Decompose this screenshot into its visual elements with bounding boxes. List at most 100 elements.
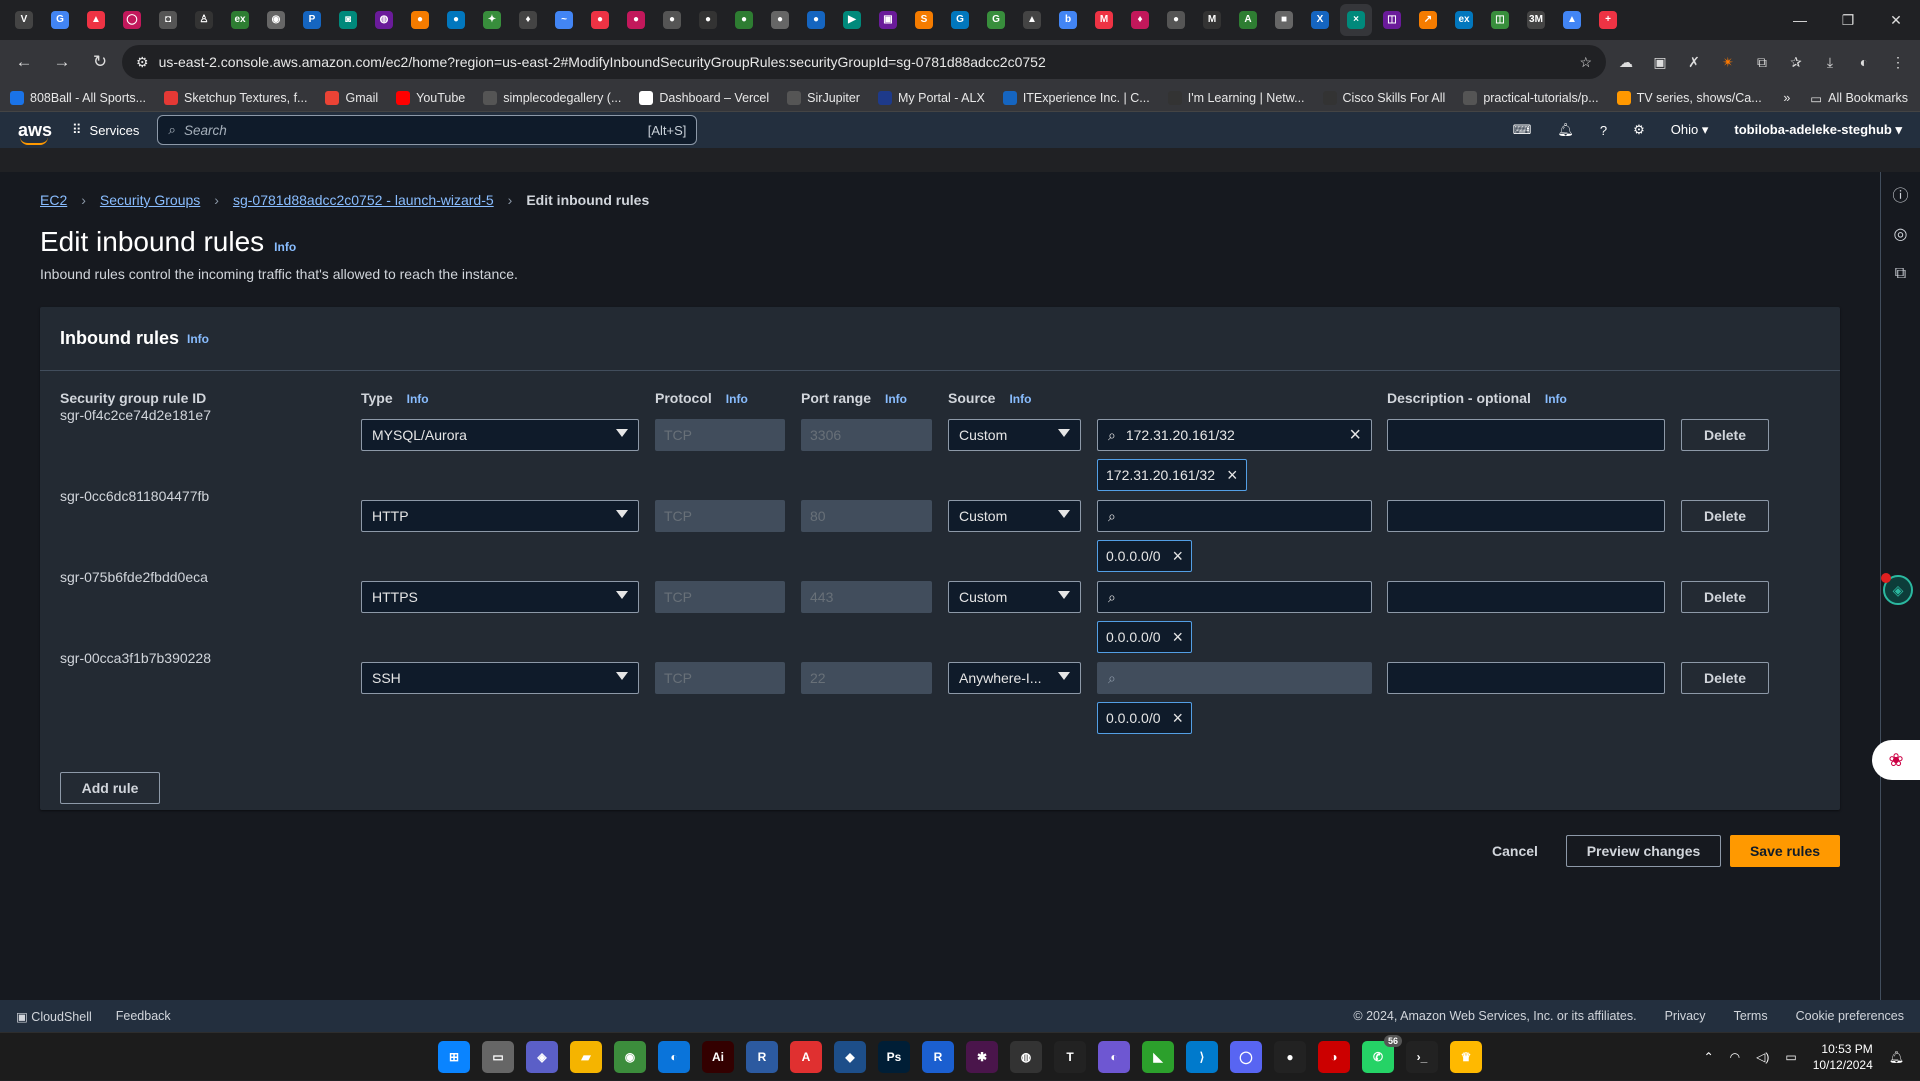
browser-tab[interactable]: S <box>908 4 940 36</box>
browser-tab[interactable]: ▶ <box>836 4 868 36</box>
taskbar-app-icon[interactable]: R <box>922 1041 954 1073</box>
browser-tab[interactable]: ◍ <box>368 4 400 36</box>
taskbar-app-icon[interactable]: ◉ <box>614 1041 646 1073</box>
reading-list-icon[interactable]: ✰ <box>1782 48 1810 76</box>
protocol-info-link[interactable]: Info <box>726 392 748 406</box>
browser-tab[interactable]: ♦ <box>1124 4 1156 36</box>
source-cidr-input[interactable]: ⌕ <box>1097 581 1372 613</box>
panel-info-link[interactable]: Info <box>187 332 209 346</box>
taskbar-app-icon[interactable]: ✆ 56 <box>1362 1035 1402 1073</box>
forward-icon[interactable]: → <box>46 46 78 78</box>
omnibox[interactable]: ⚙ us-east-2.console.aws.amazon.com/ec2/h… <box>122 45 1606 79</box>
notifications-bell-icon[interactable]: 🔔︎ <box>1557 122 1574 138</box>
browser-tab[interactable]: ● <box>764 4 796 36</box>
tray-chevron-icon[interactable]: ⌃ <box>1704 1050 1714 1064</box>
browser-tab[interactable]: ◯ <box>116 4 148 36</box>
browser-tab[interactable]: ● <box>440 4 472 36</box>
feedback-link[interactable]: Feedback <box>116 1009 171 1023</box>
account-menu[interactable]: tobiloba-adeleke-steghub ▾ <box>1734 122 1902 138</box>
taskbar-app-icon[interactable]: ⊞ <box>438 1041 470 1073</box>
taskbar-app-icon[interactable]: ◐ <box>1098 1041 1130 1073</box>
feedback-screen-icon[interactable]: ⧉ <box>1881 254 1920 294</box>
brain-extension-icon[interactable]: ❀ <box>1872 740 1920 780</box>
taskbar-app-icon[interactable]: ● <box>1274 1041 1306 1073</box>
volume-icon[interactable]: ◁) <box>1756 1050 1769 1064</box>
settings-gear-icon[interactable]: ⚙ <box>1633 122 1645 138</box>
browser-tab[interactable]: ♙ <box>188 4 220 36</box>
browser-tab[interactable]: ▲ <box>1016 4 1048 36</box>
extension-alx-icon[interactable]: ▣ <box>1646 48 1674 76</box>
browser-tab[interactable]: ● <box>656 4 688 36</box>
taskbar-app-icon[interactable]: Ps <box>878 1041 910 1073</box>
browser-tab[interactable]: ● <box>800 4 832 36</box>
bookmark-star-icon[interactable]: ☆ <box>1579 54 1592 71</box>
cancel-button[interactable]: Cancel <box>1480 835 1550 867</box>
port-info-link[interactable]: Info <box>885 392 907 406</box>
browser-tab[interactable]: ◫ <box>1376 4 1408 36</box>
tutorial-icon[interactable]: ◎ <box>1881 214 1920 254</box>
aws-logo[interactable]: aws <box>18 120 54 145</box>
save-rules-button[interactable]: Save rules <box>1730 835 1840 867</box>
profile-avatar[interactable]: ◐ <box>1850 48 1878 76</box>
source-info-link[interactable]: Info <box>1009 392 1031 406</box>
restore-icon[interactable]: ❐ <box>1824 0 1872 40</box>
menu-kebab-icon[interactable]: ⋮ <box>1884 48 1912 76</box>
bookmark-item[interactable]: simplecodegallery (... <box>483 90 621 105</box>
info-panel-icon[interactable]: ⓘ <box>1881 174 1920 214</box>
taskbar-app-icon[interactable]: ⟩ <box>1186 1041 1218 1073</box>
browser-tab[interactable]: ▣ <box>872 4 904 36</box>
assistant-floating-icon[interactable]: ◈ <box>1881 573 1913 605</box>
browser-tab[interactable]: G <box>44 4 76 36</box>
privacy-link[interactable]: Privacy <box>1665 1009 1706 1023</box>
browser-tab[interactable]: V <box>8 4 40 36</box>
remove-token-icon[interactable]: × <box>1173 547 1184 565</box>
bookmark-item[interactable]: YouTube <box>396 90 465 105</box>
browser-tab[interactable]: ● <box>584 4 616 36</box>
taskbar-app-icon[interactable]: ›_ <box>1406 1041 1438 1073</box>
source-cidr-input[interactable]: ⌕ 172.31.20.161/32 × <box>1097 419 1372 451</box>
taskbar-app-icon[interactable]: ✱ <box>966 1041 998 1073</box>
description-input[interactable] <box>1387 500 1665 532</box>
delete-rule-button[interactable]: Delete <box>1681 662 1769 694</box>
bookmark-item[interactable]: Sketchup Textures, f... <box>164 90 307 105</box>
source-select[interactable]: Custom <box>948 419 1081 451</box>
description-input[interactable] <box>1387 581 1665 613</box>
breadcrumb-security-groups[interactable]: Security Groups <box>100 192 200 208</box>
type-select[interactable]: MYSQL/Aurora <box>361 419 639 451</box>
browser-tab[interactable]: 3M <box>1520 4 1552 36</box>
services-menu[interactable]: ⠿ Services <box>72 122 139 138</box>
browser-tab[interactable]: ♦ <box>512 4 544 36</box>
description-input[interactable] <box>1387 419 1665 451</box>
extension-x-icon[interactable]: ✗ <box>1680 48 1708 76</box>
browser-tab[interactable]: ◫ <box>1484 4 1516 36</box>
help-icon[interactable]: ? <box>1600 123 1607 138</box>
close-window-icon[interactable]: ✕ <box>1872 0 1920 40</box>
taskbar-app-icon[interactable]: ◍ <box>1010 1041 1042 1073</box>
browser-tab[interactable]: M <box>1088 4 1120 36</box>
add-rule-button[interactable]: Add rule <box>60 772 160 804</box>
taskbar-app-icon[interactable]: ◐ <box>658 1041 690 1073</box>
breadcrumb-ec2[interactable]: EC2 <box>40 192 67 208</box>
reload-icon[interactable]: ↻ <box>84 46 116 78</box>
browser-tab[interactable]: A <box>1232 4 1264 36</box>
browser-tab[interactable]: ◙ <box>332 4 364 36</box>
taskbar-app-icon[interactable]: ▭ <box>482 1041 514 1073</box>
bookmark-item[interactable]: My Portal - ALX <box>877 90 985 105</box>
remove-token-icon[interactable]: × <box>1173 628 1184 646</box>
browser-tab[interactable]: ✦ <box>476 4 508 36</box>
type-select[interactable]: HTTP <box>361 500 639 532</box>
back-icon[interactable]: ← <box>8 46 40 78</box>
source-select[interactable]: Custom <box>948 500 1081 532</box>
remove-token-icon[interactable]: × <box>1173 709 1184 727</box>
browser-tab[interactable]: G <box>980 4 1012 36</box>
type-select[interactable]: SSH <box>361 662 639 694</box>
download-icon[interactable]: ⤓ <box>1816 48 1844 76</box>
bookmark-item[interactable]: SirJupiter <box>787 90 860 105</box>
taskbar-app-icon[interactable]: ◈ <box>526 1041 558 1073</box>
browser-tab[interactable]: × <box>1340 4 1372 36</box>
search-input[interactable]: ⌕ Search [Alt+S] <box>157 115 698 145</box>
browser-tab[interactable]: ◉ <box>260 4 292 36</box>
browser-tab[interactable]: ● <box>728 4 760 36</box>
taskbar-app-icon[interactable]: A <box>790 1041 822 1073</box>
clear-icon[interactable]: × <box>1349 425 1361 445</box>
